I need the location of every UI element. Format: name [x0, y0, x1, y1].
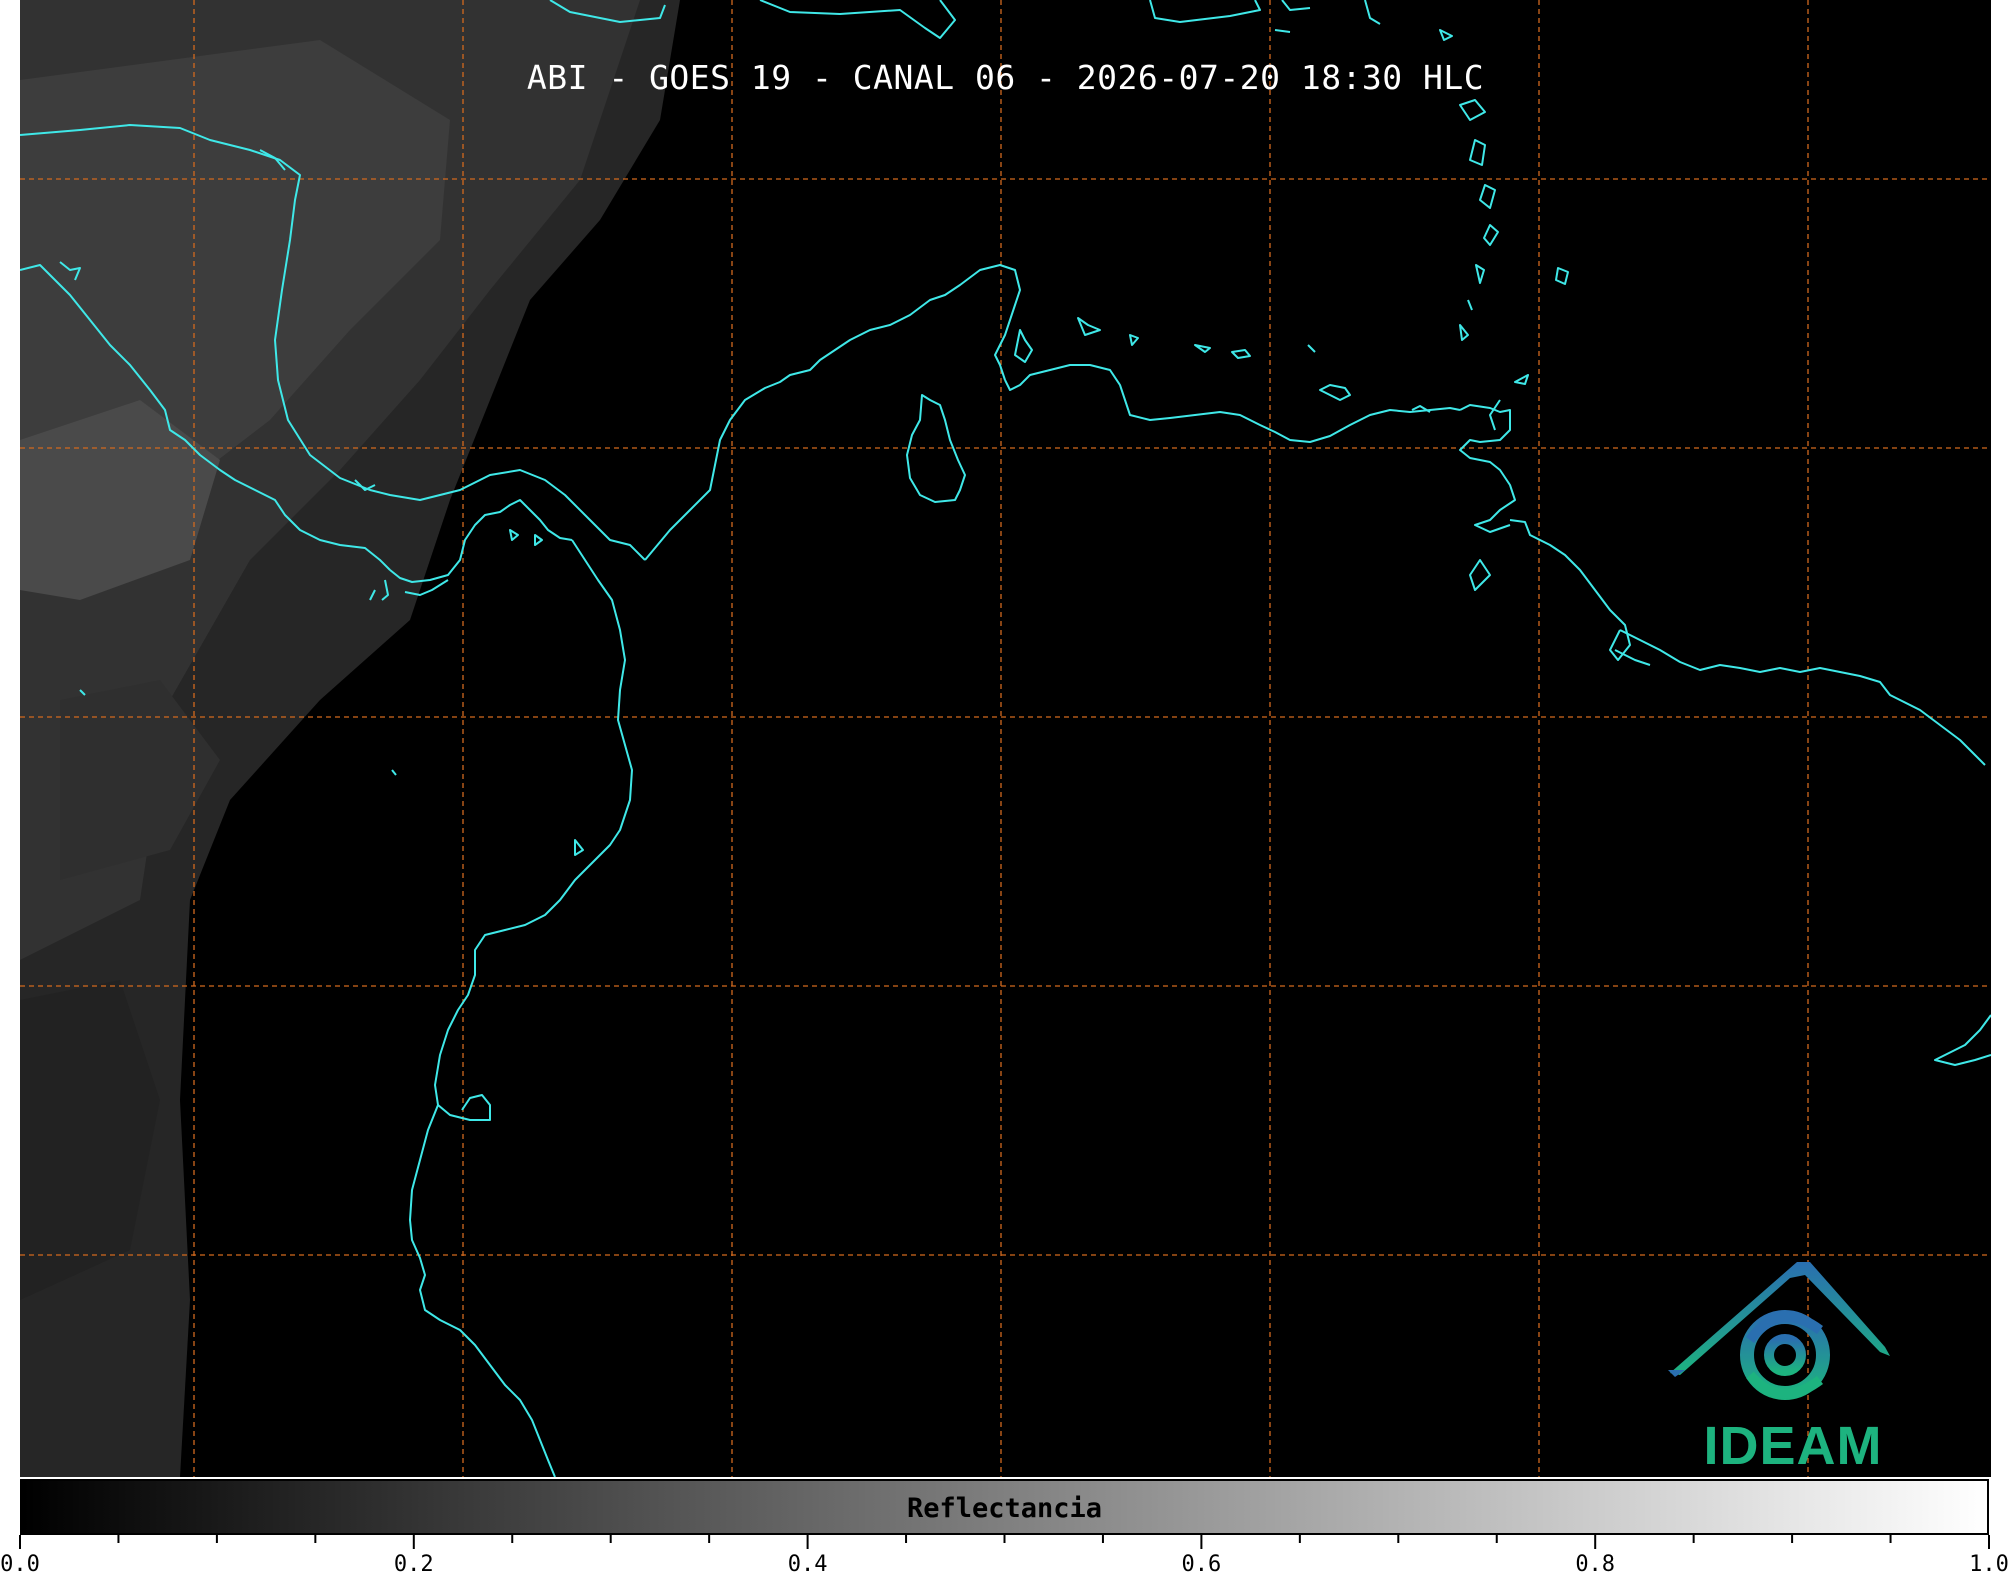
satellite-map: ABI - GOES 19 - CANAL 06 - 2026-07-20 18… [20, 0, 1991, 1477]
colorbar: Reflectancia [20, 1479, 1989, 1535]
map-canvas [20, 0, 1991, 1477]
ideam-logo [1668, 1262, 1890, 1400]
colorbar-tick-label: 0.2 [394, 1552, 434, 1577]
colorbar-tick-label: 0.0 [0, 1552, 40, 1577]
ideam-logo-text: IDEAM [1703, 1416, 1883, 1476]
colorbar-tick-label: 0.4 [788, 1552, 828, 1577]
colorbar-tick-label: 0.6 [1182, 1552, 1222, 1577]
colorbar-axis: 0.0 0.2 0.4 0.6 0.8 1.0 [0, 1535, 2009, 1577]
colorbar-tick-label: 1.0 [1969, 1552, 2009, 1577]
colorbar-tick-label: 0.8 [1575, 1552, 1615, 1577]
colorbar-label: Reflectancia [906, 1493, 1103, 1524]
